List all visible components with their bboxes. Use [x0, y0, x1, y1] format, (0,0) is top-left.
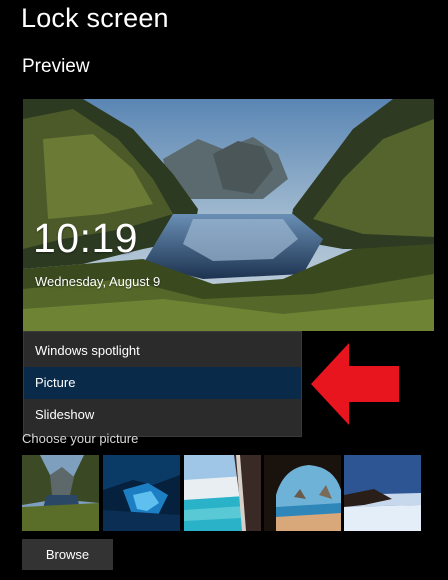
preview-date: Wednesday, August 9 — [35, 274, 161, 289]
thumbnail-beach-aerial[interactable] — [184, 455, 261, 531]
thumbnail-ice-cave[interactable] — [103, 455, 180, 531]
option-slideshow[interactable]: Slideshow — [24, 399, 301, 431]
background-dropdown-list[interactable]: Windows spotlight Picture Slideshow — [23, 331, 302, 437]
option-picture[interactable]: Picture — [24, 367, 301, 399]
lock-screen-preview: 10:19 Wednesday, August 9 — [23, 99, 434, 331]
option-windows-spotlight[interactable]: Windows spotlight — [24, 335, 301, 367]
picture-thumbnails — [22, 455, 422, 531]
thumbnail-mountain-lake[interactable] — [22, 455, 99, 531]
choose-picture-label: Choose your picture — [22, 431, 139, 446]
thumbnail-sea-cave-arch[interactable] — [264, 455, 341, 531]
red-arrow-icon — [311, 343, 399, 425]
page-title: Lock screen — [21, 3, 169, 33]
preview-heading: Preview — [22, 56, 90, 77]
browse-button[interactable]: Browse — [22, 539, 113, 570]
thumbnail-desert-horizon[interactable] — [344, 455, 421, 531]
preview-time: 10:19 — [33, 215, 139, 261]
